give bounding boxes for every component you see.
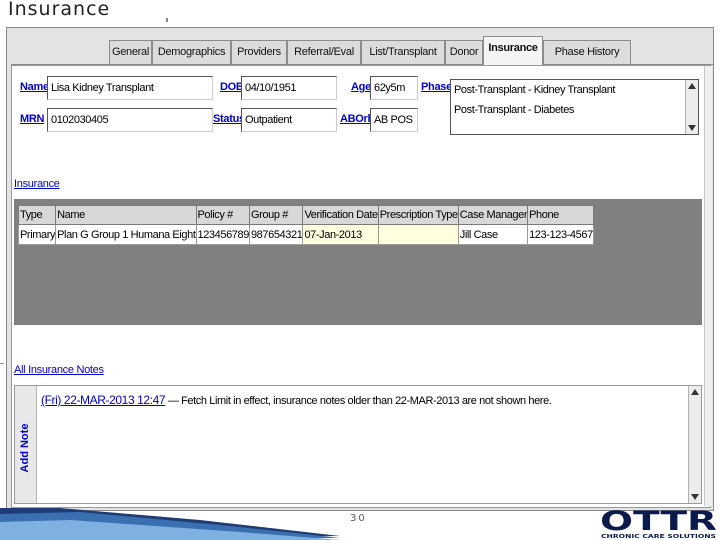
mrn-label-link[interactable]: MRN bbox=[20, 113, 44, 125]
dob-field[interactable]: 04/10/1951 bbox=[241, 76, 337, 100]
scroll-up-icon[interactable] bbox=[688, 83, 696, 89]
tab-demographics[interactable]: Demographics bbox=[152, 40, 231, 64]
cell-group[interactable]: 987654321 bbox=[248, 224, 304, 245]
dob-label-link[interactable]: DOB bbox=[220, 81, 244, 93]
tab-insurance[interactable]: Insurance bbox=[483, 36, 543, 65]
age-field[interactable]: 62y5m bbox=[370, 76, 418, 100]
insurance-link[interactable]: Insurance bbox=[14, 178, 60, 190]
aborh-label-link[interactable]: ABOrh bbox=[340, 113, 374, 125]
cell-phone[interactable]: 123-123-4567 bbox=[527, 224, 594, 245]
cell-name[interactable]: Plan G Group 1 Humana Eight bbox=[55, 224, 197, 245]
slide-title: Insurance bbox=[8, 0, 111, 20]
patient-name-field[interactable]: Lisa Kidney Transplant bbox=[47, 76, 213, 100]
all-insurance-notes-link[interactable]: All Insurance Notes bbox=[14, 364, 104, 376]
status-field[interactable]: Outpatient bbox=[241, 108, 337, 132]
tab-phase-history[interactable]: Phase History bbox=[543, 40, 631, 64]
ottr-logo-icon: OTTR CHRONIC CARE SOLUTIONS bbox=[600, 506, 717, 540]
phase-label-link[interactable]: Phase bbox=[421, 81, 452, 93]
logo-tagline: CHRONIC CARE SOLUTIONS bbox=[601, 534, 716, 540]
table-row[interactable]: Primary Plan G Group 1 Humana Eight 1234… bbox=[17, 224, 594, 245]
column-header-case-manager[interactable]: Case Manager bbox=[457, 205, 529, 225]
application-window: General Demographics Providers Referral/… bbox=[6, 27, 714, 511]
add-note-button[interactable]: Add Note bbox=[15, 386, 37, 503]
footer-swoosh-graphic bbox=[0, 508, 340, 540]
column-header-name[interactable]: Name bbox=[55, 205, 197, 225]
margin-tick bbox=[0, 363, 4, 364]
cell-prescription-type[interactable] bbox=[377, 224, 459, 245]
scroll-down-icon[interactable] bbox=[691, 494, 699, 500]
insurance-panel: Name Lisa Kidney Transplant DOB 04/10/19… bbox=[11, 65, 711, 508]
age-label-link[interactable]: Age bbox=[351, 81, 371, 93]
cell-verification-date[interactable]: 07-Jan-2013 bbox=[302, 224, 379, 245]
column-header-phone[interactable]: Phone bbox=[527, 205, 594, 225]
note-date-link[interactable]: (Fri) 22-MAR-2013 12:47 bbox=[41, 393, 166, 407]
logo-wordmark: OTTR bbox=[600, 509, 717, 537]
table-header-row: Type Name Policy # Group # Verification … bbox=[17, 205, 594, 225]
phase-scrollbar[interactable] bbox=[685, 80, 698, 134]
insurance-table: Type Name Policy # Group # Verification … bbox=[17, 205, 594, 245]
add-note-label: Add Note bbox=[19, 423, 31, 473]
column-header-prescription-type[interactable]: Prescription Type bbox=[377, 205, 459, 225]
cell-policy[interactable]: 123456789 bbox=[195, 224, 250, 245]
column-header-policy[interactable]: Policy # bbox=[195, 205, 250, 225]
scroll-down-icon[interactable] bbox=[688, 125, 696, 131]
page-number: 30 bbox=[350, 513, 367, 524]
insurance-grid: Type Name Policy # Group # Verification … bbox=[14, 199, 702, 325]
name-label-link[interactable]: Name bbox=[20, 81, 49, 93]
mrn-field[interactable]: 0102030405 bbox=[47, 108, 213, 132]
tab-donor[interactable]: Donor bbox=[445, 40, 483, 64]
tab-providers[interactable]: Providers bbox=[231, 40, 287, 64]
note-entry: (Fri) 22-MAR-2013 12:47 — Fetch Limit in… bbox=[41, 393, 552, 407]
cell-case-manager[interactable]: Jill Case bbox=[457, 224, 529, 245]
scroll-up-icon[interactable] bbox=[691, 389, 699, 395]
tab-general[interactable]: General bbox=[109, 40, 152, 64]
phase-item[interactable]: Post-Transplant - Kidney Transplant bbox=[451, 80, 698, 100]
note-text: — Fetch Limit in effect, insurance notes… bbox=[165, 395, 552, 407]
notes-panel: Add Note (Fri) 22-MAR-2013 12:47 — Fetch… bbox=[14, 385, 702, 504]
tab-referral-eval[interactable]: Referral/Eval bbox=[287, 40, 361, 64]
column-header-group[interactable]: Group # bbox=[248, 205, 304, 225]
cell-type[interactable]: Primary bbox=[17, 224, 57, 245]
column-header-verification-date[interactable]: Verification Date bbox=[302, 205, 379, 225]
aborh-field[interactable]: AB POS bbox=[370, 108, 418, 132]
column-header-type[interactable]: Type bbox=[17, 205, 57, 225]
tab-list-transplant[interactable]: List/Transplant bbox=[361, 40, 445, 64]
ottr-logo: OTTR CHRONIC CARE SOLUTIONS bbox=[600, 506, 718, 540]
phase-item[interactable]: Post-Transplant - Diabetes bbox=[451, 100, 698, 120]
notes-scrollbar[interactable] bbox=[688, 386, 701, 503]
window-scrollbar[interactable] bbox=[704, 66, 712, 506]
title-divider bbox=[166, 18, 168, 22]
phase-listbox[interactable]: Post-Transplant - Kidney Transplant Post… bbox=[450, 79, 699, 135]
